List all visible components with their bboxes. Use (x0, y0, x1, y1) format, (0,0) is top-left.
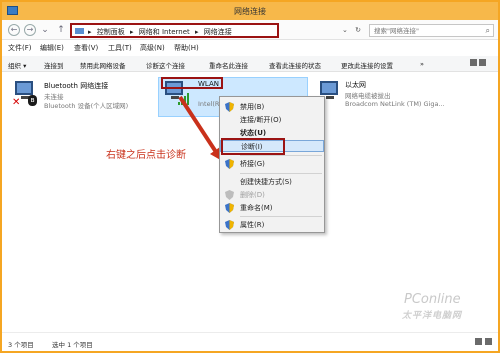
ctx-label: 重命名(M) (240, 204, 273, 212)
ctx-label: 属性(R) (240, 221, 265, 229)
watermark-subtitle: 太平洋电脑网 (402, 311, 463, 321)
ctx-delete: 删除(D) (220, 189, 324, 201)
explorer-window: 网络连接 ← → ⌄ ↑ ▸ 控制面板 ▸ 网络和 Internet ▸ 网络连… (0, 0, 500, 353)
menu-separator (240, 173, 322, 174)
details-view-icon[interactable] (475, 338, 482, 345)
menu-separator (240, 216, 322, 217)
diagnose-highlight-box (221, 138, 285, 155)
ctx-connect-disconnect[interactable]: 连接/断开(O) (220, 114, 324, 126)
ctx-label: 删除(D) (240, 191, 265, 199)
menu-separator (240, 155, 322, 156)
ctx-bridge[interactable]: 桥接(G) (220, 158, 324, 170)
context-menu: 禁用(B) 连接/断开(O) 状态(U) 诊断(I) 桥接(G) 创建快捷方式(… (219, 96, 325, 233)
uac-shield-icon (225, 190, 234, 200)
item-count: 3 个项目 (8, 341, 34, 349)
uac-shield-icon (225, 159, 234, 169)
ctx-create-shortcut[interactable]: 创建快捷方式(S) (220, 176, 324, 188)
selected-count: 选中 1 个项目 (52, 341, 93, 349)
uac-shield-icon (225, 203, 234, 213)
ctx-disable[interactable]: 禁用(B) (220, 101, 324, 113)
uac-shield-icon (225, 102, 234, 112)
arrow-shaft (178, 95, 218, 154)
ctx-label: 状态(U) (240, 129, 267, 137)
ctx-rename[interactable]: 重命名(M) (220, 202, 324, 214)
status-bar: 3 个项目 选中 1 个项目 (2, 332, 498, 351)
ctx-label: 桥接(G) (240, 160, 265, 168)
watermark-logo: PConline (404, 292, 461, 307)
large-icons-view-icon[interactable] (485, 338, 492, 345)
ctx-label: 连接/断开(O) (240, 116, 282, 124)
ctx-properties[interactable]: 属性(R) (220, 219, 324, 231)
ctx-label: 禁用(B) (240, 103, 265, 111)
uac-shield-icon (225, 220, 234, 230)
ctx-label: 创建快捷方式(S) (240, 178, 292, 186)
status-view-toggles (472, 338, 492, 347)
